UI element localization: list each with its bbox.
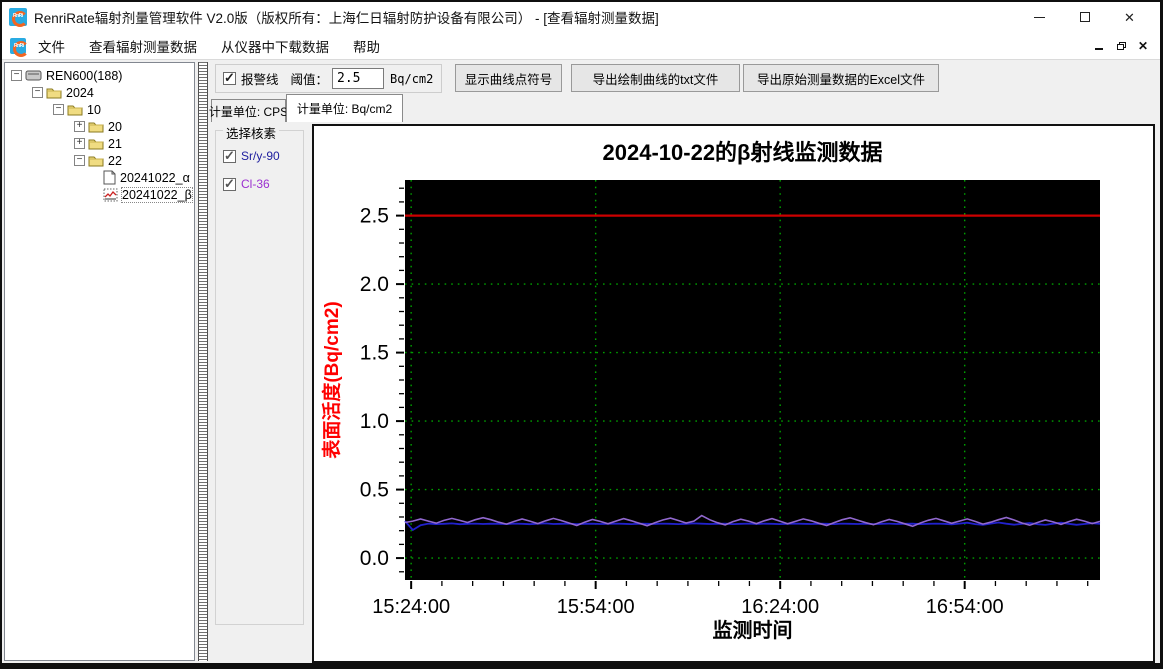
child-restore-button[interactable] (1110, 35, 1132, 57)
y-tick-label: 0.0 (360, 547, 389, 570)
monitor-chart: 0.0 0.5 1.0 1.5 2.0 2.5 15:24:00 15:54:00 16:24:… (312, 124, 1155, 663)
tree-item-2024[interactable]: − 2024 (5, 84, 194, 101)
checkmark-icon: ✓ (224, 175, 235, 191)
export-excel-button[interactable]: 导出原始测量数据的Excel文件 (743, 64, 939, 92)
y-tick-label: 1.0 (360, 410, 389, 433)
tree-item-21[interactable]: + 21 (5, 135, 194, 152)
minimize-button[interactable] (1017, 2, 1062, 32)
menu-file[interactable]: 文件 (26, 32, 77, 60)
y-tick-label: 0.5 (360, 479, 389, 502)
tree-item-label: 10 (87, 102, 101, 117)
alarm-line-checkbox[interactable]: ✓ (223, 70, 236, 85)
nuclide-checkbox[interactable]: ✓ (223, 147, 236, 163)
expander-plus-icon[interactable]: + (74, 138, 85, 149)
x-tick-label: 15:24:00 (372, 596, 450, 618)
show-curve-points-button[interactable]: 显示曲线点符号 (455, 64, 562, 92)
tab-unit-cps[interactable]: 计量单位: CPS (209, 99, 288, 122)
x-tick-label: 15:54:00 (557, 596, 635, 618)
tree-item-20241022-beta[interactable]: 20241022_β (5, 186, 194, 203)
alarm-line-group: ✓ 报警线 阈值： Bq/cm2 (215, 64, 442, 93)
child-close-icon: ✕ (1137, 38, 1149, 53)
file-icon (103, 170, 116, 185)
nuclide-group-label: 选择核素 (223, 123, 280, 142)
tree-item-label: 20241022_α (120, 170, 190, 185)
folder-icon (88, 154, 104, 167)
y-tick-label: 2.5 (360, 205, 389, 228)
x-tick-label: 16:24:00 (741, 596, 819, 618)
nuclide-label: Sr/y-90 (241, 149, 280, 163)
tab-unit-bqcm2[interactable]: 计量单位: Bq/cm2 (286, 94, 403, 122)
tree-item-20241022-alpha[interactable]: 20241022_α (5, 169, 194, 186)
monitor-chart-svg: 0.0 0.5 1.0 1.5 2.0 2.5 15:24:00 15:54:00 16:24:… (320, 140, 1101, 642)
nuclide-label: Cl-36 (241, 177, 270, 191)
folder-icon (88, 120, 104, 133)
tree-item-label: 20241022_β (121, 186, 193, 203)
child-minimize-button[interactable] (1088, 35, 1110, 57)
document-icon (10, 37, 29, 57)
nuclide-select-group: 选择核素 ✓ Sr/y-90 ✓ Cl-36 (215, 123, 304, 625)
child-close-button[interactable]: ✕ (1132, 35, 1154, 57)
app-icon (9, 8, 28, 27)
y-tick-label: 1.5 (360, 342, 389, 365)
child-minimize-icon (1095, 48, 1103, 50)
menu-view-measure-data[interactable]: 查看辐射测量数据 (77, 32, 209, 60)
folder-icon (67, 103, 83, 116)
menu-bar: 文件 查看辐射测量数据 从仪器中下载数据 帮助 ✕ (2, 32, 1160, 60)
tree-item-20[interactable]: + 20 (5, 118, 194, 135)
checkmark-icon: ✓ (224, 147, 235, 163)
export-txt-button[interactable]: 导出绘制曲线的txt文件 (571, 64, 740, 92)
tree-item-10[interactable]: − 10 (5, 101, 194, 118)
chart-title: 2024-10-22的β射线监测数据 (603, 140, 883, 165)
expander-minus-icon[interactable]: − (32, 87, 43, 98)
alarm-line-label: 报警线 (241, 73, 279, 87)
threshold-input[interactable] (332, 68, 385, 89)
folder-icon (88, 137, 104, 150)
expander-minus-icon[interactable]: − (11, 70, 22, 81)
menu-help[interactable]: 帮助 (341, 32, 392, 60)
expander-minus-icon[interactable]: − (53, 104, 64, 115)
tree-item-label: 2024 (66, 85, 94, 100)
tree-item-label: 21 (108, 136, 122, 151)
minimize-icon (1034, 16, 1045, 18)
threshold-label: 阈值： (290, 73, 329, 87)
expander-minus-icon[interactable]: − (74, 155, 85, 166)
tree-item-ren600[interactable]: − REN600(188) (5, 67, 194, 84)
y-axis-title: 表面活度(Bq/cm2) (320, 301, 343, 458)
expander-plus-icon[interactable]: + (74, 121, 85, 132)
maximize-icon (1079, 12, 1090, 22)
menu-download-from-device[interactable]: 从仪器中下载数据 (209, 32, 341, 60)
window-title: RenriRate辐射剂量管理软件 V2.0版（版权所有：上海仁日辐射防护设备有… (34, 11, 659, 26)
y-tick-label: 2.0 (360, 273, 389, 296)
threshold-unit-label: Bq/cm2 (390, 71, 434, 86)
panel-splitter[interactable] (198, 62, 208, 661)
device-icon (25, 69, 42, 82)
tree-item-label: 22 (108, 153, 122, 168)
nuclide-checkbox[interactable]: ✓ (223, 175, 236, 191)
device-tree-panel: − REN600(188) − 2024 − 10 + 20 + 21 − 22… (4, 62, 195, 661)
tree-item-label: REN600(188) (46, 68, 123, 83)
chart-file-icon (103, 188, 118, 202)
maximize-button[interactable] (1062, 2, 1107, 32)
close-button[interactable]: ✕ (1107, 2, 1152, 32)
nuclide-item-cl-36[interactable]: ✓ Cl-36 (223, 175, 303, 191)
checkmark-icon: ✓ (224, 70, 235, 85)
tree-item-label: 20 (108, 119, 122, 134)
x-axis-title: 监测时间 (713, 619, 793, 642)
close-icon: ✕ (1124, 9, 1135, 25)
x-tick-label: 16:54:00 (926, 596, 1004, 618)
folder-icon (46, 86, 62, 99)
nuclide-item-sr-y-90[interactable]: ✓ Sr/y-90 (223, 147, 303, 163)
tree-item-22[interactable]: − 22 (5, 152, 194, 169)
child-restore-icon (1116, 41, 1126, 50)
title-bar: RenriRate辐射剂量管理软件 V2.0版（版权所有：上海仁日辐射防护设备有… (2, 2, 1160, 32)
app-window: RenriRate辐射剂量管理软件 V2.0版（版权所有：上海仁日辐射防护设备有… (0, 0, 1163, 669)
